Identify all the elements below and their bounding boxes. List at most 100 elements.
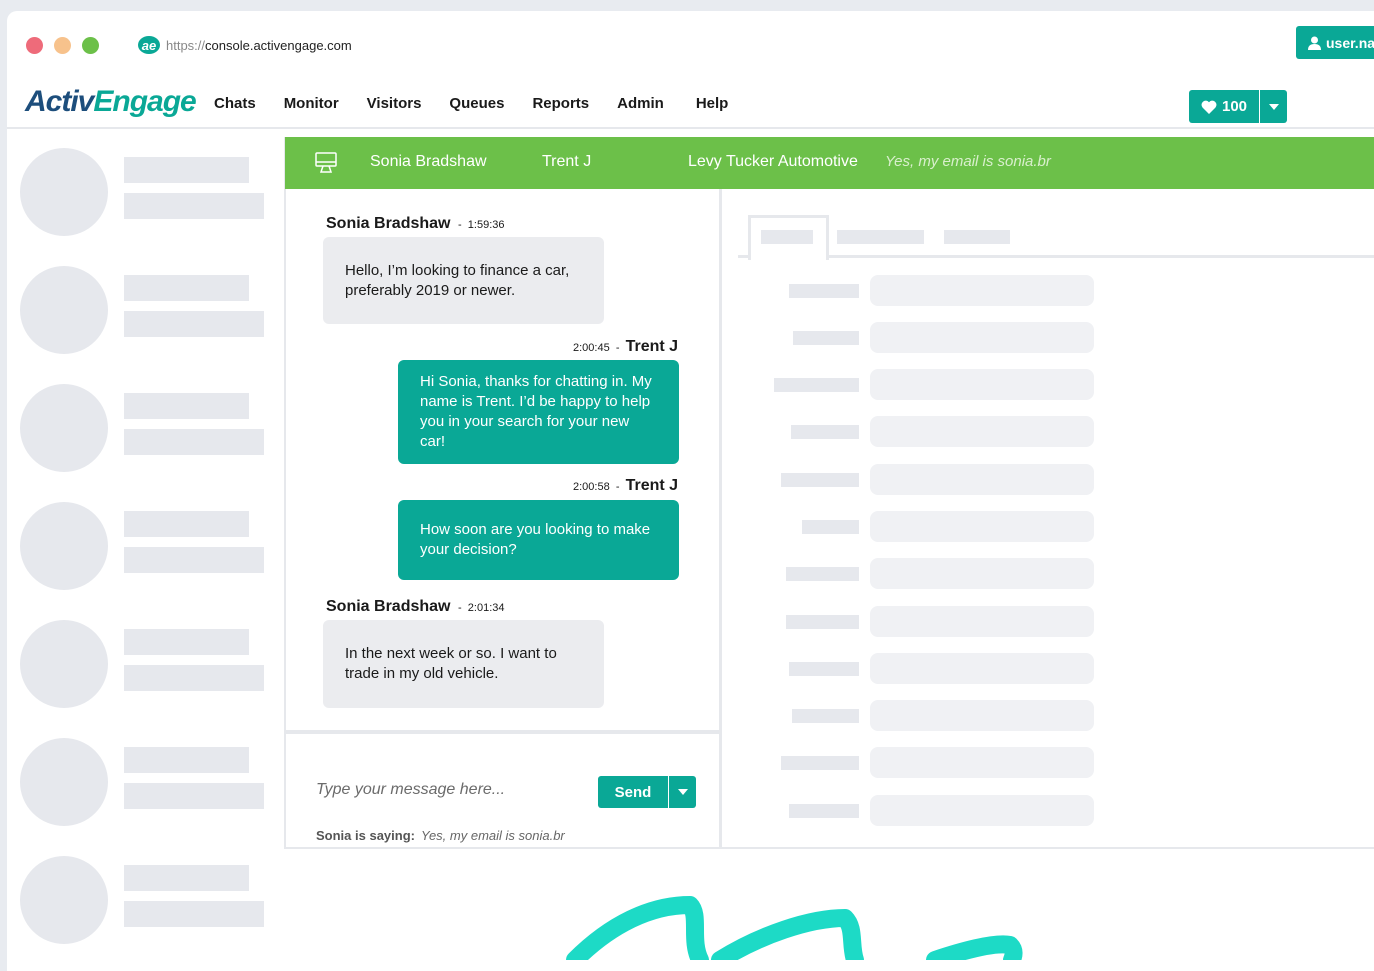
skeleton-line	[761, 230, 813, 244]
hearts-dropdown-button[interactable]	[1260, 90, 1287, 123]
sender-name: Trent J	[625, 338, 679, 355]
skeleton-line	[124, 393, 249, 419]
message-time: 2:00:45	[573, 342, 610, 354]
message-sender: 2:00:58 - Trent J	[573, 477, 679, 494]
chat-list-item[interactable]	[20, 738, 270, 828]
skeleton-label	[786, 615, 859, 629]
chevron-down-icon	[677, 789, 688, 795]
skeleton-field[interactable]	[870, 322, 1094, 353]
skeleton-line	[124, 665, 264, 691]
tab-placeholder-1[interactable]	[748, 215, 829, 260]
nav-reports[interactable]: Reports	[532, 95, 589, 112]
nav-help[interactable]: Help	[696, 95, 729, 112]
skeleton-line	[124, 311, 264, 337]
close-window-button[interactable]	[26, 37, 43, 54]
skeleton-label	[781, 756, 859, 770]
skeleton-field[interactable]	[870, 558, 1094, 589]
agent-name: Trent J	[542, 153, 592, 170]
details-tabs	[738, 215, 1374, 260]
avatar-placeholder	[20, 266, 108, 354]
skeleton-field[interactable]	[870, 653, 1094, 684]
message-input[interactable]: Type your message here...	[316, 781, 505, 799]
chat-list-item[interactable]	[20, 384, 270, 474]
maximize-window-button[interactable]	[82, 37, 99, 54]
message-sender: Sonia Bradshaw - 2:01:34	[326, 598, 505, 615]
skeleton-line	[124, 547, 264, 573]
user-name: user.na	[1326, 34, 1374, 51]
tab-placeholder-3[interactable]	[944, 230, 1010, 244]
avatar-placeholder	[20, 620, 108, 708]
skeleton-line	[124, 747, 249, 773]
hearts-count: 100	[1221, 98, 1248, 115]
typing-indicator: Sonia is saying: Yes, my email is sonia.b…	[316, 828, 565, 843]
typing-text: Yes, my email is sonia.br	[420, 828, 565, 843]
skeleton-line	[124, 511, 249, 537]
message-bubble-outgoing: Hi Sonia, thanks for chatting in. My nam…	[398, 360, 679, 464]
chevron-down-icon	[1268, 103, 1279, 110]
typing-label: Sonia is saying:	[316, 828, 415, 843]
nav-visitors[interactable]: Visitors	[367, 95, 422, 112]
skeleton-field[interactable]	[870, 606, 1094, 637]
skeleton-field[interactable]	[870, 747, 1094, 778]
chat-list-item[interactable]	[20, 856, 270, 946]
message-time: 2:01:34	[467, 602, 505, 614]
skeleton-line	[124, 901, 264, 927]
chat-list-item[interactable]	[20, 148, 270, 238]
nav-admin[interactable]: Admin	[617, 95, 664, 112]
brand-logo-part2: Engage	[93, 85, 196, 118]
skeleton-field[interactable]	[870, 275, 1094, 306]
user-menu-button[interactable]: user.na	[1296, 26, 1374, 59]
avatar-placeholder	[20, 856, 108, 944]
sender-name: Sonia Bradshaw	[326, 215, 451, 232]
skeleton-label	[793, 331, 859, 345]
chat-header-bar: Sonia Bradshaw Trent J Levy Tucker Autom…	[285, 137, 1374, 189]
message-time: 1:59:36	[467, 219, 505, 231]
minimize-window-button[interactable]	[54, 37, 71, 54]
dealer-name: Levy Tucker Automotive	[688, 153, 858, 170]
message-sender: 2:00:45 - Trent J	[573, 338, 679, 355]
skeleton-field[interactable]	[870, 511, 1094, 542]
user-icon	[1308, 36, 1321, 50]
skeleton-line	[124, 629, 249, 655]
tab-placeholder-2[interactable]	[837, 230, 924, 244]
brand-logo-part1: Activ	[25, 85, 94, 118]
avatar-placeholder	[20, 384, 108, 472]
skeleton-field[interactable]	[870, 700, 1094, 731]
message-bubble-incoming: Hello, I’m looking to finance a car, pre…	[323, 237, 604, 324]
skeleton-line	[124, 157, 249, 183]
sender-name: Sonia Bradshaw	[326, 598, 451, 615]
skeleton-field[interactable]	[870, 464, 1094, 495]
panel-divider	[719, 189, 722, 849]
chat-list-item[interactable]	[20, 266, 270, 356]
send-button[interactable]: Send	[598, 776, 668, 808]
skeleton-line	[124, 193, 264, 219]
skeleton-label	[789, 662, 859, 676]
skeleton-label	[774, 378, 859, 392]
address-bar[interactable]: ae https:// console.activengage.com	[138, 35, 352, 55]
hearts-control: 100	[1189, 90, 1287, 123]
message-preview: Yes, my email is sonia.br	[885, 153, 1051, 170]
message-sender: Sonia Bradshaw - 1:59:36	[326, 215, 505, 232]
hearts-button[interactable]: 100	[1189, 90, 1259, 123]
skeleton-line	[124, 275, 249, 301]
top-navbar: ActivEngage Chats Monitor Visitors Queue…	[7, 75, 1374, 129]
brand-logo[interactable]: ActivEngage	[25, 85, 197, 119]
skeleton-field[interactable]	[870, 795, 1094, 826]
send-options-button[interactable]	[669, 776, 696, 808]
skeleton-field[interactable]	[870, 369, 1094, 400]
skeleton-label	[781, 473, 859, 487]
site-favicon-icon: ae	[138, 36, 160, 54]
nav-chats[interactable]: Chats	[214, 95, 256, 112]
avatar-placeholder	[20, 148, 108, 236]
chat-list-item[interactable]	[20, 502, 270, 592]
visitor-name: Sonia Bradshaw	[370, 153, 487, 170]
skeleton-line	[124, 865, 249, 891]
skeleton-label	[789, 804, 859, 818]
skeleton-field[interactable]	[870, 416, 1094, 447]
message-time: 2:00:58	[573, 481, 610, 493]
nav-queues[interactable]: Queues	[449, 95, 504, 112]
nav-monitor[interactable]: Monitor	[284, 95, 339, 112]
skeleton-label	[802, 520, 859, 534]
avatar-placeholder	[20, 738, 108, 826]
chat-list-item[interactable]	[20, 620, 270, 710]
